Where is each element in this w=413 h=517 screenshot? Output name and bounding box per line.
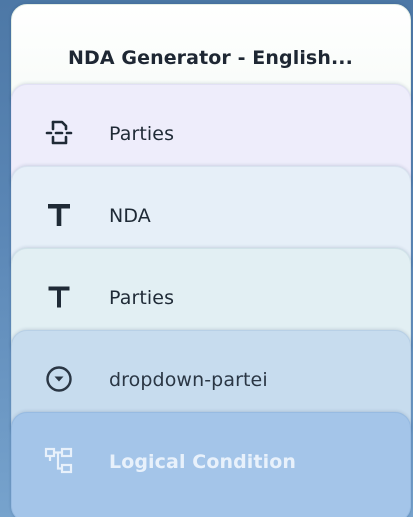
text-t-icon [43,281,75,313]
parties-block-icon [43,117,75,149]
block-item-logical-condition[interactable]: Logical Condition [11,412,411,517]
logic-flow-icon [43,445,75,477]
generator-title: NDA Generator - English... [68,47,353,69]
block-item-label: dropdown-partei [109,369,268,391]
block-item-label: Logical Condition [109,451,296,473]
block-item-label: Parties [109,287,175,309]
text-t-icon [43,199,75,231]
block-list: NDA Generator - English... Parties NDA P… [11,0,411,517]
block-item-label: NDA [109,205,151,227]
block-item-label: Parties [109,123,175,145]
dropdown-circle-icon [43,363,75,395]
